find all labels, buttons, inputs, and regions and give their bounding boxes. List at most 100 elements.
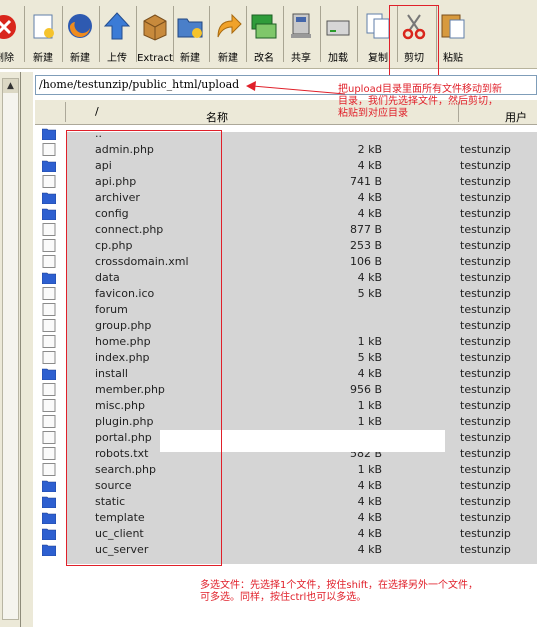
new-file-icon — [33, 14, 54, 39]
upload-arrow-icon — [103, 12, 131, 40]
file-owner: testunzip — [460, 383, 511, 396]
bottom-annotation: 多选文件：先选择1个文件，按住shift，在选择另外一个文件， 可多选。同样，按… — [200, 580, 478, 604]
file-owner: testunzip — [460, 319, 511, 332]
scroll-up-icon[interactable]: ▲ — [3, 79, 18, 93]
file-owner: testunzip — [460, 479, 511, 492]
file-size: 4 kB — [357, 495, 382, 508]
file-size: 4 kB — [357, 511, 382, 524]
copy-icon — [366, 13, 390, 39]
file-size: 106 B — [349, 255, 382, 268]
file-size: 877 B — [349, 223, 382, 236]
file-owner: testunzip — [460, 527, 511, 540]
folder-icon — [42, 368, 56, 380]
file-owner: testunzip — [460, 271, 511, 284]
file-owner: testunzip — [460, 303, 511, 316]
rename-button[interactable]: 改名 — [246, 3, 282, 65]
folder-icon — [42, 272, 56, 284]
file-icon — [42, 255, 56, 268]
file-owner: testunzip — [460, 495, 511, 508]
file-size: 4 kB — [357, 543, 382, 556]
left-scrollbar[interactable]: ▲ — [2, 78, 19, 620]
paste-icon — [441, 14, 465, 39]
left-pane: ▲ — [0, 72, 21, 627]
file-size: 4 kB — [357, 191, 382, 204]
file-owner: testunzip — [460, 191, 511, 204]
extract-box-icon — [143, 14, 167, 41]
toolbar: 删除 新建 新建 上传 Extract 新建 新建 改名 共享 加载 — [0, 0, 537, 69]
folder-icon — [42, 208, 56, 220]
new-file-button[interactable]: 新建 — [25, 3, 61, 65]
column-owner[interactable]: 用户 — [505, 109, 527, 125]
file-size: 1 kB — [357, 463, 382, 476]
drive-icon — [326, 20, 350, 36]
file-owner: testunzip — [460, 351, 511, 364]
folder-icon — [42, 496, 56, 508]
file-owner: testunzip — [460, 367, 511, 380]
forward-arrow-icon — [217, 13, 242, 38]
file-icon — [42, 175, 56, 188]
upload-button[interactable]: 上传 — [99, 3, 135, 65]
bottom-annotation-line-2: 可多选。同样，按住ctrl也可以多选。 — [200, 592, 367, 603]
delete-button[interactable]: 删除 — [0, 3, 22, 65]
file-icon — [42, 351, 56, 364]
share-computer-icon — [291, 13, 311, 38]
file-icon — [42, 239, 56, 252]
folder-icon — [42, 512, 56, 524]
file-owner: testunzip — [460, 239, 511, 252]
new-browser-button[interactable]: 新建 — [62, 3, 98, 65]
file-size: 1 kB — [357, 415, 382, 428]
column-sort-slash[interactable]: / — [95, 105, 99, 118]
file-icon — [42, 463, 56, 476]
file-icon — [42, 335, 56, 348]
share-button[interactable]: 共享 — [283, 3, 319, 65]
file-size: 4 kB — [357, 367, 382, 380]
folder-icon — [42, 480, 56, 492]
file-owner: testunzip — [460, 399, 511, 412]
delete-icon — [0, 15, 16, 39]
file-size: 5 kB — [357, 287, 382, 300]
file-icon — [42, 287, 56, 300]
file-size: 4 kB — [357, 207, 382, 220]
new-folder-button[interactable]: 新建 — [172, 3, 208, 65]
file-size: 4 kB — [357, 271, 382, 284]
folder-icon — [42, 160, 56, 172]
cut-highlight-box — [389, 5, 439, 80]
top-annotation-line-3: 粘贴到对应目录 — [338, 108, 408, 119]
annotation-arrow — [246, 81, 346, 95]
file-owner: testunzip — [460, 159, 511, 172]
file-size: 956 B — [349, 383, 382, 396]
file-size: 4 kB — [357, 527, 382, 540]
file-owner: testunzip — [460, 415, 511, 428]
file-icon — [42, 431, 56, 444]
pane-divider[interactable] — [21, 72, 33, 627]
path-text: /home/testunzip/public_html/upload — [39, 78, 240, 91]
file-size: 4 kB — [357, 479, 382, 492]
file-owner: testunzip — [460, 175, 511, 188]
rename-icon — [251, 14, 277, 39]
mount-button[interactable]: 加载 — [320, 3, 356, 65]
selection-annotation-box — [66, 130, 222, 566]
new-folder-icon — [177, 18, 203, 38]
file-icon — [42, 383, 56, 396]
bottom-annotation-line-1: 多选文件：先选择1个文件，按住shift，在选择另外一个文件， — [200, 580, 478, 591]
file-owner: testunzip — [460, 207, 511, 220]
file-icon — [42, 143, 56, 156]
file-size: 1 kB — [357, 335, 382, 348]
file-icon — [42, 319, 56, 332]
file-owner: testunzip — [460, 447, 511, 460]
file-icon — [42, 303, 56, 316]
top-annotation: 把upload目录里面所有文件移动到新 目录，我们先选择文件，然后剪切， 粘贴到… — [338, 84, 502, 120]
firefox-icon — [68, 14, 92, 38]
file-owner: testunzip — [460, 543, 511, 556]
paste-button[interactable]: 粘贴 — [435, 3, 471, 65]
file-size: 741 B — [349, 175, 382, 188]
top-annotation-line-1: 把upload目录里面所有文件移动到新 — [338, 84, 503, 95]
file-owner: testunzip — [460, 287, 511, 300]
file-owner: testunzip — [460, 143, 511, 156]
file-owner: testunzip — [460, 431, 511, 444]
mount-label: 加载 — [328, 53, 348, 64]
move-button[interactable]: 新建 — [210, 3, 246, 65]
file-owner: testunzip — [460, 463, 511, 476]
file-owner: testunzip — [460, 223, 511, 236]
column-name[interactable]: 名称 — [206, 109, 228, 125]
